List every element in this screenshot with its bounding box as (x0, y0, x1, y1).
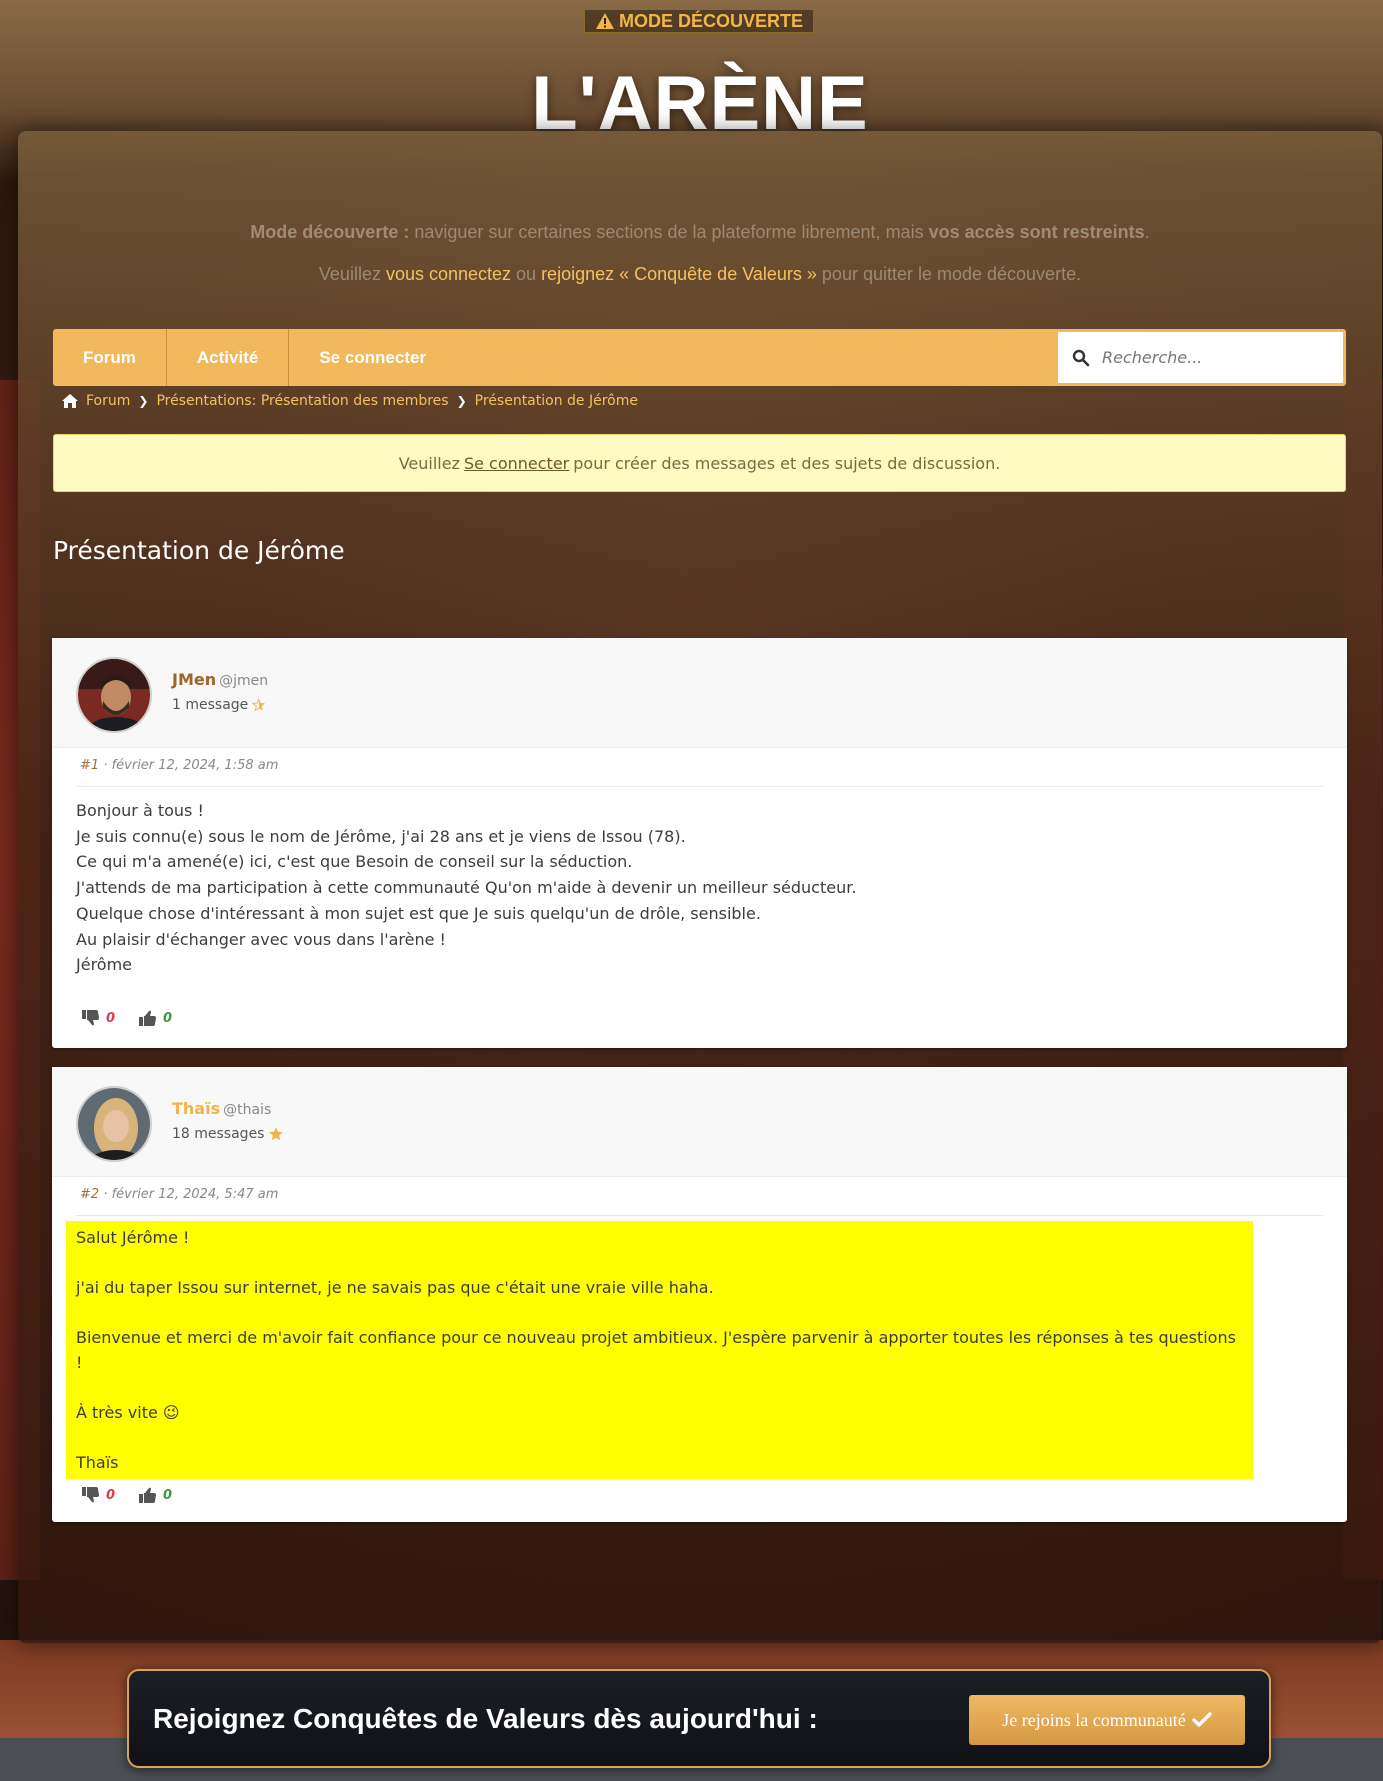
discovery-intro-line1: Mode découverte : naviguer sur certaines… (0, 222, 1383, 243)
post-line: Au plaisir d'échanger avec vous dans l'a… (76, 929, 446, 949)
nav-forum[interactable]: Forum (53, 329, 167, 386)
search-input[interactable] (1102, 348, 1322, 367)
like-button[interactable]: 0 (139, 1010, 172, 1026)
dislike-button[interactable]: 0 (82, 1010, 115, 1026)
intro2-c: pour quitter le mode découverte. (816, 264, 1082, 284)
post-author: Thaïs @thais (172, 1099, 271, 1118)
intro-text: naviguer sur certaines sections de la pl… (409, 222, 929, 242)
author-handle: @thais (223, 1102, 272, 1118)
intro-period: . (1144, 222, 1150, 242)
dislike-button[interactable]: 0 (82, 1487, 115, 1503)
post-line: Salut Jérôme ! (76, 1228, 190, 1247)
post-meta: #1 · février 12, 2024, 1:58 am (80, 758, 278, 773)
search-icon[interactable] (1072, 349, 1090, 367)
breadcrumb: Forum ❯ Présentations: Présentation des … (62, 391, 638, 411)
post-header: Thaïs @thais 18 messages (52, 1067, 1347, 1177)
nav-activity[interactable]: Activité (167, 329, 290, 386)
thumbs-up-icon (139, 1010, 157, 1026)
dislike-count: 0 (106, 1010, 116, 1026)
post-line: À très vite 😉 (76, 1403, 180, 1422)
divider (76, 1215, 1323, 1216)
post-header: JMen @jmen 1 message (52, 638, 1347, 748)
divider (76, 786, 1323, 787)
chevron-right-icon: ❯ (138, 394, 149, 408)
post-line: Thaïs (76, 1453, 119, 1472)
post-line: j'ai du taper Issou sur internet, je ne … (76, 1278, 714, 1297)
chevron-right-icon: ❯ (456, 394, 467, 408)
post-body: Bonjour à tous ! Je suis connu(e) sous l… (76, 798, 856, 978)
post-number[interactable]: #1 (80, 758, 99, 773)
breadcrumb-section[interactable]: Présentations: Présentation des membres (156, 393, 448, 409)
avatar[interactable] (76, 1086, 152, 1162)
post-date: · février 12, 2024, 1:58 am (103, 758, 279, 773)
intro-login-link[interactable]: vous connectez (386, 264, 511, 284)
post-card: JMen @jmen 1 message #1 · février 12, 202… (52, 638, 1347, 1048)
like-count: 0 (163, 1487, 173, 1503)
notice-before: Veuillez (398, 453, 460, 473)
cta-text: Rejoignez Conquêtes de Valeurs dès aujou… (153, 1703, 818, 1734)
join-community-button[interactable]: Je rejoins la communauté (969, 1695, 1245, 1745)
post-author: JMen @jmen (172, 670, 268, 689)
thumbs-down-icon (82, 1487, 99, 1503)
post-number[interactable]: #2 (80, 1187, 99, 1202)
post-line: Bienvenue et merci de m'avoir fait confi… (76, 1328, 1236, 1372)
breadcrumb-current[interactable]: Présentation de Jérôme (475, 393, 638, 409)
post-line: J'attends de ma participation à cette co… (76, 878, 857, 898)
message-count-text: 18 messages (172, 1126, 265, 1142)
discovery-mode-badge: MODE DÉCOUVERTE (584, 9, 814, 33)
notice-after: pour créer des messages et des sujets de… (573, 453, 1001, 473)
home-icon[interactable] (62, 394, 78, 408)
author-message-count: 18 messages (172, 1126, 284, 1142)
post-reactions: 0 0 (82, 1010, 172, 1026)
check-icon (1192, 1712, 1212, 1727)
post-meta: #2 · février 12, 2024, 5:47 am (80, 1187, 278, 1202)
post-line-blank (76, 1425, 1243, 1450)
login-notice: Veuillez Se connecter pour créer des mes… (53, 434, 1346, 492)
author-handle: @jmen (219, 673, 269, 689)
post-card: Thaïs @thais 18 messages #2 · février 12,… (52, 1067, 1347, 1522)
intro2-a: Veuillez (318, 264, 386, 284)
post-line: Je suis connu(e) sous le nom de Jérôme, … (76, 826, 686, 846)
author-name[interactable]: Thaïs (172, 1099, 220, 1118)
post-line: Quelque chose d'intéressant à mon sujet … (76, 903, 761, 923)
post-reactions: 0 0 (82, 1487, 172, 1503)
notice-login-link[interactable]: Se connecter (464, 454, 569, 473)
post-line-blank (76, 1375, 1243, 1400)
author-message-count: 1 message (172, 697, 266, 713)
message-count-text: 1 message (172, 697, 249, 713)
post-line: Ce qui m'a amené(e) ici, c'est que Besoi… (76, 852, 633, 872)
star-icon (269, 1127, 284, 1141)
page-title: Présentation de Jérôme (53, 536, 345, 565)
intro-restricted: vos accès sont restreints (928, 222, 1145, 242)
nav-login[interactable]: Se connecter (289, 329, 456, 386)
half-star-icon (252, 698, 266, 712)
join-cta-banner: Rejoignez Conquêtes de Valeurs dès aujou… (127, 1669, 1271, 1768)
intro2-b: ou (511, 264, 542, 284)
dislike-count: 0 (106, 1487, 116, 1503)
thumbs-down-icon (82, 1010, 99, 1026)
main-navbar: Forum Activité Se connecter (53, 329, 1346, 386)
avatar[interactable] (76, 657, 152, 733)
post-line: Jérôme (76, 955, 133, 975)
warning-icon (595, 13, 614, 29)
post-line: Bonjour à tous ! (76, 801, 204, 820)
search-box (1058, 332, 1343, 383)
author-name[interactable]: JMen (172, 670, 216, 689)
join-button-label: Je rejoins la communauté (1002, 1709, 1186, 1730)
discovery-intro-line2: Veuillez vous connectez ou rejoignez « C… (0, 264, 1383, 285)
like-button[interactable]: 0 (139, 1487, 172, 1503)
intro-join-link[interactable]: rejoignez « Conquête de Valeurs » (541, 264, 817, 284)
discovery-mode-label: MODE DÉCOUVERTE (618, 10, 804, 31)
like-count: 0 (163, 1010, 173, 1026)
intro-mode-label: Mode découverte : (250, 222, 410, 242)
post-line-blank (76, 1250, 1243, 1275)
thumbs-up-icon (139, 1487, 157, 1503)
post-date: · février 12, 2024, 5:47 am (103, 1187, 279, 1202)
post-line-blank (76, 1300, 1243, 1325)
post-body: Salut Jérôme ! j'ai du taper Issou sur i… (66, 1221, 1253, 1479)
breadcrumb-forum[interactable]: Forum (86, 393, 130, 409)
